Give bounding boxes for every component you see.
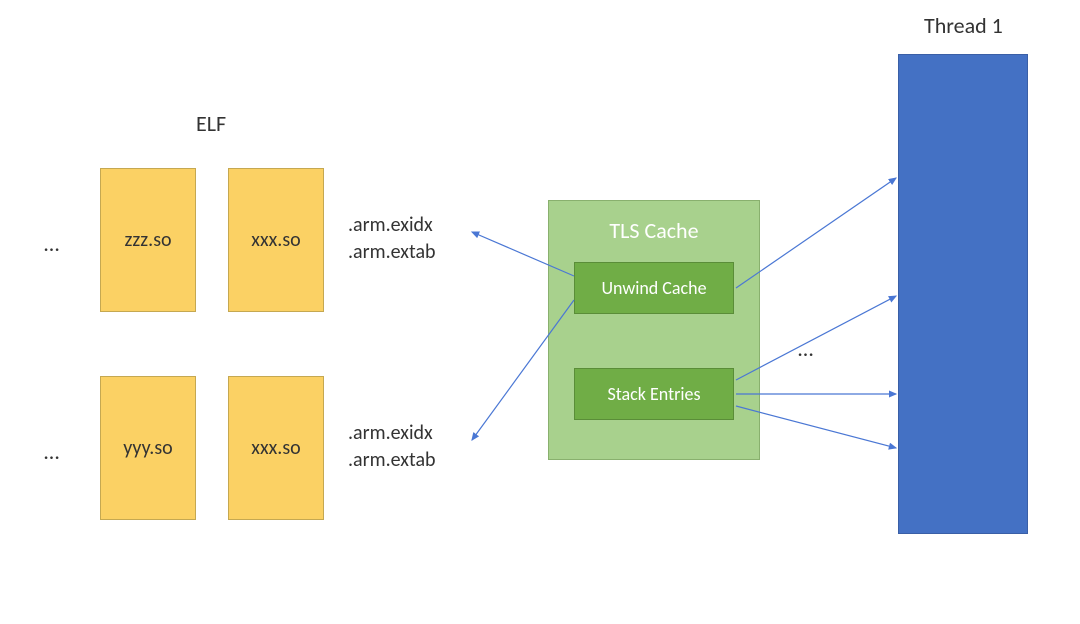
stack-entries-label: Stack Entries (607, 383, 700, 405)
elf-box-yyy: yyy.so (100, 376, 196, 520)
elf-box-label: xxx.so (251, 228, 300, 252)
anno-line: .arm.extab (348, 447, 436, 474)
thread-heading: Thread 1 (924, 12, 1003, 39)
thread-column (898, 54, 1028, 534)
unwind-cache-label: Unwind Cache (601, 277, 706, 299)
arm-section-annotation-1: .arm.exidx .arm.extab (348, 212, 436, 266)
elf-heading: ELF (196, 110, 226, 137)
tls-cache-box: TLS Cache (548, 200, 760, 460)
anno-line: .arm.exidx (348, 212, 436, 239)
ellipsis-row2: … (44, 438, 59, 465)
elf-box-label: yyy.so (123, 436, 172, 460)
elf-box-label: zzz.so (124, 228, 171, 252)
elf-box-xxx-2: xxx.so (228, 376, 324, 520)
arrow-unwind-to-thread (736, 178, 896, 288)
elf-box-label: xxx.so (251, 436, 300, 460)
ellipsis-row1: … (44, 230, 59, 257)
elf-box-zzz: zzz.so (100, 168, 196, 312)
stack-entries-box: Stack Entries (574, 368, 734, 420)
tls-cache-title: TLS Cache (549, 217, 759, 244)
arm-section-annotation-2: .arm.exidx .arm.extab (348, 420, 436, 474)
arrow-stack-to-thread-3 (736, 406, 896, 448)
anno-line: .arm.extab (348, 239, 436, 266)
unwind-cache-box: Unwind Cache (574, 262, 734, 314)
anno-line: .arm.exidx (348, 420, 436, 447)
ellipsis-mid: … (798, 335, 813, 362)
elf-box-xxx-1: xxx.so (228, 168, 324, 312)
arrow-stack-to-thread-1 (736, 296, 896, 380)
